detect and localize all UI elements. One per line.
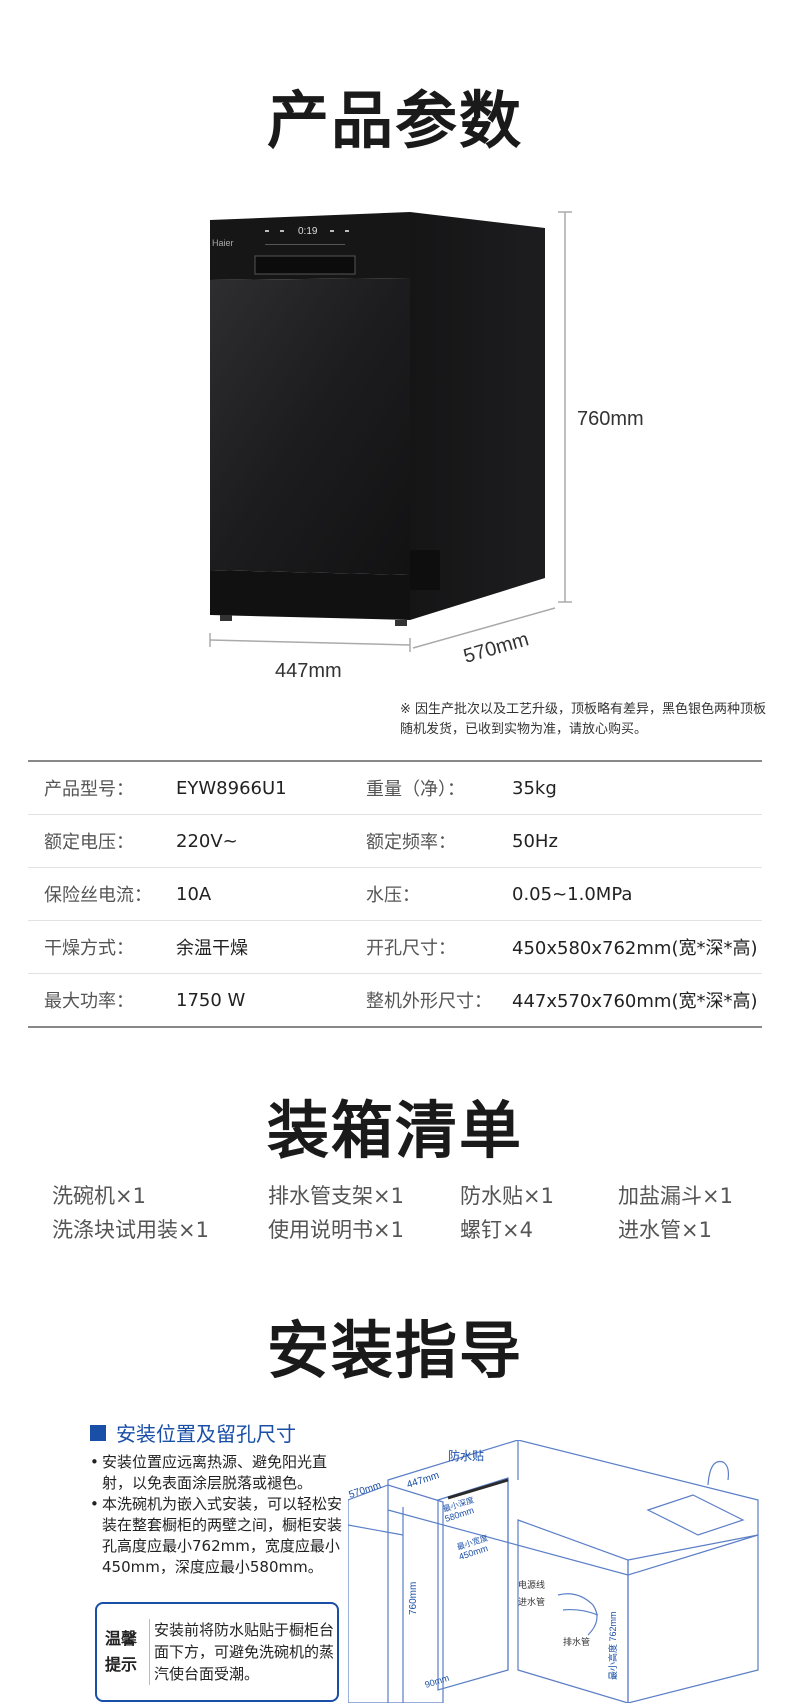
packing-title: 装箱清单	[266, 1094, 523, 1167]
spec-row: 干燥方式： 余温干燥 开孔尺寸： 450x580x762mm(宽*深*高)	[28, 921, 762, 974]
bullet-item: • 本洗碗机为嵌入式安装，可以轻松安装在整套橱柜的两壁之间，橱柜安装孔高度应最小…	[90, 1494, 350, 1578]
tip-box: 温馨 提示 安装前将防水贴贴于橱柜台面下方，可避免洗碗机的蒸汽使台面受潮。	[95, 1602, 339, 1702]
spec-value: 50Hz	[512, 830, 558, 852]
height-dim-label: 760mm	[577, 408, 644, 430]
spec-label: 水压：	[366, 885, 420, 906]
spec-row: 最大功率： 1750 W 整机外形尺寸： 447x570x760mm(宽*深*高…	[28, 974, 762, 1026]
bullet-dot-icon: •	[90, 1453, 99, 1471]
spec-value: 余温干燥	[176, 938, 248, 959]
spec-label: 重量（净）：	[366, 779, 465, 800]
params-title: 产品参数	[266, 84, 523, 157]
brand-logo: Haier	[212, 238, 234, 248]
packing-item: 排水管支架×1	[268, 1184, 404, 1208]
spec-label: 额定电压：	[44, 832, 134, 853]
spec-row: 产品型号： EYW8966U1 重量（净）： 35kg	[28, 762, 762, 815]
diagram-inlet-hose: 进水管	[518, 1596, 545, 1607]
diagram-760: 760mm	[408, 1582, 419, 1615]
tip-tag-line2: 提示	[105, 1655, 138, 1674]
install-bullets: • 安装位置应远离热源、避免阳光直射，以免表面涂层脱落或褪色。 • 本洗碗机为嵌…	[90, 1452, 350, 1578]
install-subtitle: 安装位置及留孔尺寸	[90, 1418, 296, 1447]
square-icon	[90, 1424, 106, 1441]
packing-item: 加盐漏斗×1	[618, 1184, 733, 1208]
packing-item: 使用说明书×1	[268, 1218, 404, 1242]
spec-value: 0.05~1.0MPa	[512, 883, 633, 905]
width-dim-label: 447mm	[275, 660, 342, 682]
bullet-item: • 安装位置应远离热源、避免阳光直射，以免表面涂层脱落或褪色。	[90, 1452, 350, 1494]
bullet-dot-icon: •	[90, 1495, 99, 1513]
install-title: 安装指导	[266, 1314, 523, 1387]
diagram-drain-hose: 排水管	[563, 1636, 590, 1647]
spec-value: 447x570x760mm(宽*深*高)	[512, 991, 758, 1012]
tip-tag: 温馨 提示	[97, 1626, 149, 1678]
diagram-power-cord: 电源线	[518, 1579, 545, 1590]
spec-label: 额定频率：	[366, 832, 456, 853]
spec-row: 保险丝电流： 10A 水压： 0.05~1.0MPa	[28, 868, 762, 921]
display-readout: 0:19	[298, 226, 318, 237]
spec-value: 35kg	[512, 777, 557, 799]
diagram-570: 570mm	[348, 1480, 383, 1501]
spec-label: 保险丝电流：	[44, 885, 152, 906]
spec-value: 220V~	[176, 830, 238, 852]
spec-value: 10A	[176, 883, 212, 905]
spec-value: 450x580x762mm(宽*深*高)	[512, 938, 758, 959]
spec-table: 产品型号： EYW8966U1 重量（净）： 35kg 额定电压： 220V~ …	[28, 760, 762, 1028]
install-subtitle-text: 安装位置及留孔尺寸	[116, 1422, 296, 1446]
product-image-area: Haier 0:19 760mm 447mm 570mm	[0, 190, 790, 690]
install-diagram: 防水贴 570mm 447mm 最小深度 580mm 最小宽度 450mm 76…	[347, 1439, 768, 1704]
packing-item: 洗涤块试用装×1	[52, 1218, 209, 1242]
tip-tag-line1: 温馨	[105, 1629, 138, 1648]
bullet-text: 本洗碗机为嵌入式安装，可以轻松安装在整套橱柜的两壁之间，橱柜安装孔高度应最小76…	[102, 1495, 343, 1576]
packing-item: 防水贴×1	[460, 1184, 554, 1208]
width-dim-line	[209, 639, 411, 646]
product-note: ※ 因生产批次以及工艺升级，顶板略有差异，黑色银色两种顶板随机发货，已收到实物为…	[400, 702, 767, 737]
spec-value: EYW8966U1	[176, 777, 287, 799]
bullet-text: 安装位置应远离热源、避免阳光直射，以免表面涂层脱落或褪色。	[102, 1453, 328, 1492]
tip-text: 安装前将防水贴贴于橱柜台面下方，可避免洗碗机的蒸汽使台面受潮。	[149, 1619, 337, 1685]
packing-item: 洗碗机×1	[52, 1184, 146, 1208]
spec-value: 1750 W	[176, 989, 246, 1011]
spec-label: 开孔尺寸：	[366, 938, 456, 959]
spec-label: 最大功率：	[44, 991, 134, 1012]
spec-label: 干燥方式：	[44, 938, 134, 959]
packing-item: 进水管×1	[618, 1218, 712, 1242]
diagram-min-height: 最小高度 762mm	[607, 1611, 618, 1680]
cabinet-diagram: 防水贴 570mm 447mm 最小深度 580mm 最小宽度 450mm 76…	[347, 1439, 759, 1704]
packing-item: 螺钉×4	[460, 1218, 533, 1242]
spec-row: 额定电压： 220V~ 额定频率： 50Hz	[28, 815, 762, 868]
spec-label: 整机外形尺寸：	[366, 991, 492, 1012]
spec-label: 产品型号：	[44, 779, 134, 800]
dishwasher-image: Haier 0:19	[209, 211, 572, 652]
diagram-waterproof-label: 防水贴	[448, 1448, 484, 1463]
